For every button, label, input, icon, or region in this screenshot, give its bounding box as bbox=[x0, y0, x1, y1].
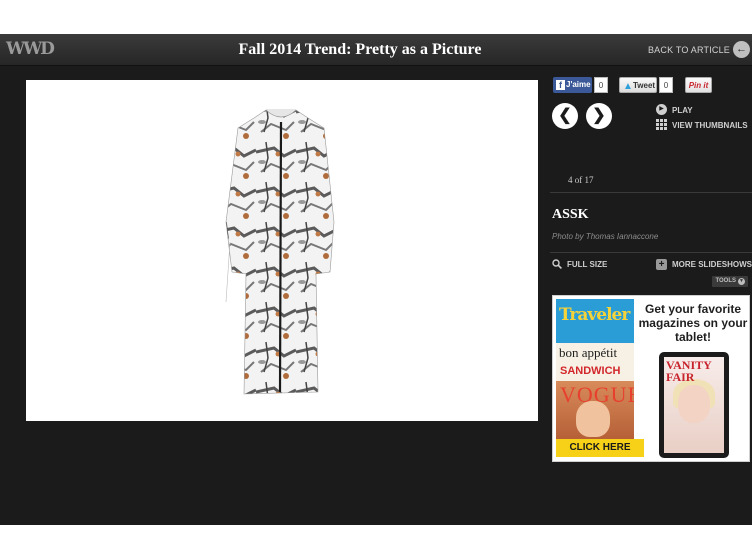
wwd-logo[interactable]: WWD bbox=[6, 39, 55, 61]
slideshow-title: Fall 2014 Trend: Pretty as a Picture bbox=[238, 41, 482, 58]
magnifier-icon[interactable] bbox=[552, 259, 562, 269]
coat-image bbox=[225, 109, 335, 395]
cover-model-face bbox=[678, 385, 710, 423]
divider bbox=[550, 252, 752, 253]
click-here-button[interactable]: CLICK HERE bbox=[556, 439, 644, 457]
previous-slide-button[interactable]: ❮ bbox=[552, 103, 578, 129]
next-slide-button[interactable]: ❯ bbox=[586, 103, 612, 129]
chevron-down-icon: ▼ bbox=[738, 278, 745, 285]
slide-photo bbox=[26, 80, 538, 421]
vogue-cover: VOGUE bbox=[556, 381, 634, 441]
facebook-like-label: J'aime bbox=[566, 80, 591, 89]
tweet-label: Tweet bbox=[633, 81, 656, 90]
tools-label: TOOLS bbox=[715, 278, 736, 284]
tools-dropdown[interactable]: TOOLS ▼ bbox=[712, 276, 748, 287]
slide-counter: 4 of 17 bbox=[568, 175, 594, 185]
grid-icon[interactable] bbox=[656, 119, 667, 130]
play-button[interactable]: PLAY bbox=[672, 106, 693, 115]
facebook-like-button[interactable]: f J'aime bbox=[553, 77, 592, 93]
play-icon[interactable]: ▶ bbox=[656, 104, 667, 115]
slideshow-sidebar: f J'aime 0 ▲ Tweet 0 Pin it ❮ ❯ 4 of 17 … bbox=[550, 77, 752, 462]
designer-name: ASSK bbox=[552, 207, 589, 222]
header-bar: WWD Fall 2014 Trend: Pretty as a Picture… bbox=[0, 34, 752, 66]
divider bbox=[550, 192, 752, 193]
full-size-button[interactable]: FULL SIZE bbox=[567, 260, 607, 269]
traveler-cover: Traveler bbox=[556, 299, 634, 343]
tablet-screen: VANITY FAIR bbox=[664, 357, 724, 453]
twitter-bird-icon: ▲ bbox=[623, 81, 633, 92]
vanity-fair-cover-title: VANITY FAIR bbox=[666, 358, 712, 384]
page: WWD Fall 2014 Trend: Pretty as a Picture… bbox=[0, 0, 752, 560]
back-arrow-icon[interactable]: ← bbox=[733, 41, 750, 58]
chevron-right-icon: ❯ bbox=[592, 107, 606, 124]
tablet-image: VANITY FAIR bbox=[659, 352, 729, 458]
tweet-count: 0 bbox=[659, 77, 673, 93]
plus-icon[interactable]: + bbox=[656, 259, 667, 270]
back-to-article-link[interactable]: BACK TO ARTICLE bbox=[648, 45, 730, 55]
slideshow-viewer: WWD Fall 2014 Trend: Pretty as a Picture… bbox=[0, 34, 752, 525]
bon-appetit-cover: bon appétit SANDWICH bbox=[556, 343, 634, 381]
bon-appetit-cover-title: bon appétit bbox=[559, 345, 618, 360]
sandwich-cover-line: SANDWICH bbox=[560, 365, 621, 377]
chevron-left-icon: ❮ bbox=[558, 107, 572, 124]
more-slideshows-button[interactable]: MORE SLIDESHOWS bbox=[672, 260, 752, 269]
ad-headline: Get your favorite magazines on your tabl… bbox=[638, 302, 748, 344]
vogue-cover-title: VOGUE bbox=[560, 382, 634, 407]
facebook-count: 0 bbox=[594, 77, 608, 93]
traveler-cover-title: Traveler bbox=[559, 305, 630, 325]
tweet-button[interactable]: ▲ Tweet bbox=[619, 77, 657, 93]
magazine-ad[interactable]: Traveler bon appétit SANDWICH VOGUE CLIC… bbox=[552, 295, 750, 462]
photo-credit: Photo by Thomas Iannaccone bbox=[552, 232, 659, 241]
view-thumbnails-button[interactable]: VIEW THUMBNAILS bbox=[672, 121, 748, 130]
facebook-icon: f bbox=[556, 80, 565, 90]
pinterest-button[interactable]: Pin it bbox=[685, 77, 712, 93]
